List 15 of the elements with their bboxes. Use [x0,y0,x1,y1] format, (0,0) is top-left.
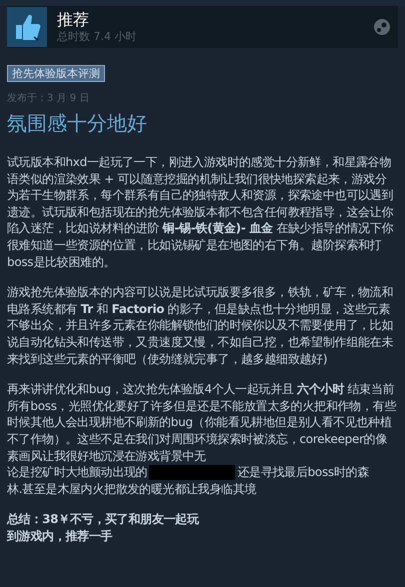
hours-played: 总时数 7.4 小时 [57,30,138,44]
posted-date: 发布于：3 月 9 日 [7,92,90,106]
spoiler-block[interactable] [149,464,236,480]
verdict-label: 推荐 [57,10,90,30]
review-text: 林.甚至是木屋内火把散发的暖光都让我身临其境 [7,480,258,498]
review-title: 氛围感十分地好 [7,110,148,136]
summary-text: 总结：38￥不亏，买了和朋友一起玩 [7,511,200,528]
review-text: 还是寻找最后boss时的森 [237,464,369,481]
review-text: 试玩版本和hxd一起玩了一下，刚进入游戏时的感觉十分新鲜，和星露谷物语类似的渲染效果 + 可以随意挖掘的机制让我们很快地探索起来，游戏分为若干生物群系，每个群系有自己的独特敌人和资源，探索途中也可以遇到遗迹。试玩版和包括现在的抢先体验版本都不包含任何教程指导，这会让你陷入迷茫，比如说材料的进阶 铜-锡-铁(黄金)- 血金 在缺少指导的情况下你很难知道一些资源的位置，比如说锡矿是在地图的右下角。越阶探索和打boss是比较困难的。 [7,154,394,270]
review-text: 游戏抢先体验版本的内容可以说是比试玩版要多很多，铁轨，矿车，物流和电路系统都有 Tr 和 Factorio 的影子，但是缺点也十分地明显，这些元素不够出众，并且许多元素在你能解锁他们的时候你以及不需要使用了，比如说自动化钻头和传送带，又贵速度又慢，不如自己挖，也希望制作组能在未来找到这些元素的平衡吧（使劲缝就完事了，越多越细致越好) [7,284,394,368]
review-text: 再来讲讲优化和bug，这次抢先体验版4个人一起玩并且 六个小时 结束当前所有boss，光照优化要好了许多但是还是不能放置太多的火把和作物，有些时候其他人会出现耕地不刷新的bug（你能看见耕地但是别人看不见也种植不了作物）。这些不足在我们对周围环境探索时被淡忘，corekeeper的像素画风让我很好地沉浸在游戏背景中无 [7,381,398,464]
summary-text: 到游戏内，推荐一手 [7,528,114,544]
early-access-tag: 抢先体验版本评测 [7,65,105,82]
thumbs-up-icon [7,7,47,47]
review-text: 论是挖矿时大地颤动出现的 [7,464,148,481]
